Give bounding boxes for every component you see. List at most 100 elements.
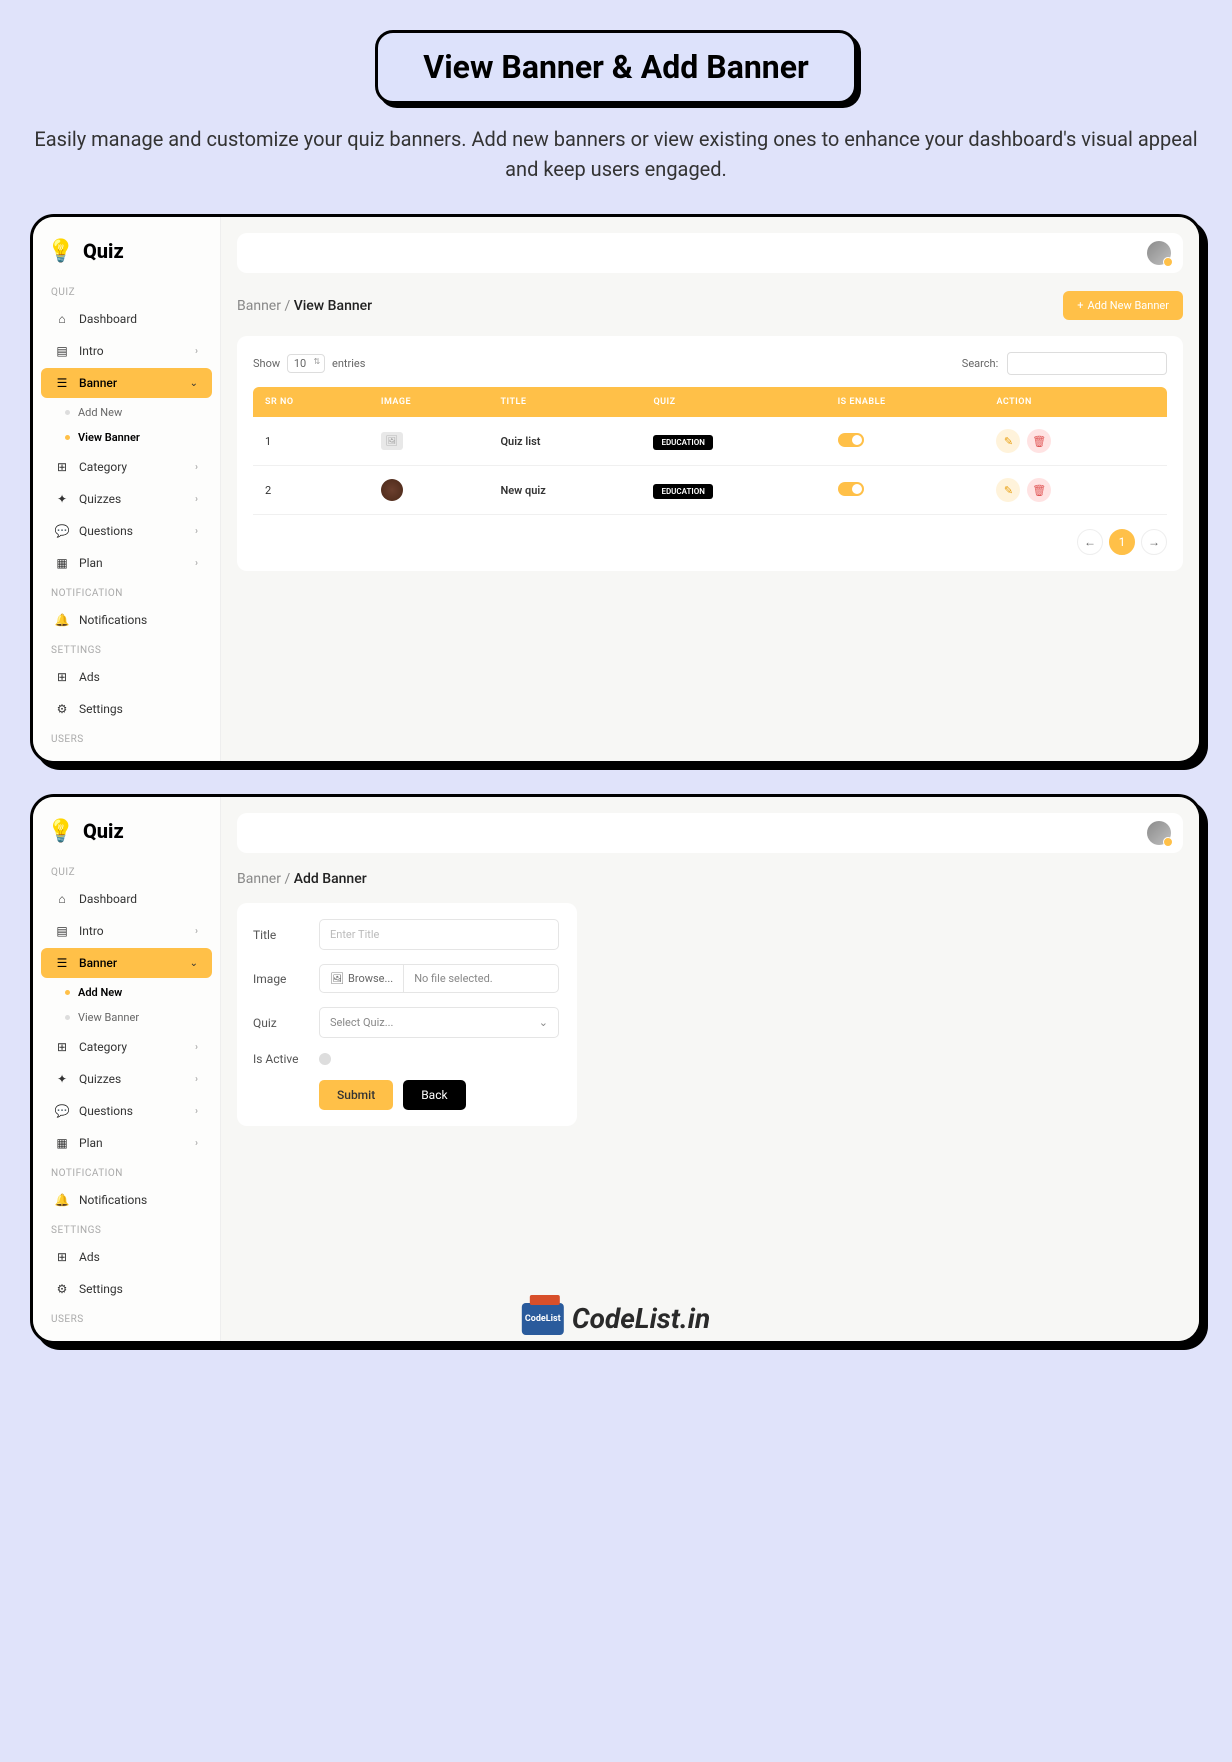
logo-text: Quiz (83, 819, 124, 843)
is-active-label: Is Active (253, 1052, 303, 1066)
page-title: View Banner & Add Banner (423, 48, 808, 86)
col-image[interactable]: IMAGE (369, 387, 489, 417)
col-isenable[interactable]: IS ENABLE (826, 387, 985, 417)
chevron-right-icon: › (195, 346, 198, 357)
nav-banner-add-new[interactable]: Add New (33, 400, 220, 425)
col-srno[interactable]: SR NO (253, 387, 369, 417)
chevron-right-icon: › (195, 926, 198, 937)
is-active-radio[interactable] (319, 1053, 331, 1065)
nav-ads[interactable]: ⊞Ads (41, 1242, 212, 1272)
section-notification: NOTIFICATION (33, 1160, 220, 1183)
avatar[interactable] (1147, 241, 1171, 265)
chevron-down-icon: ⌄ (190, 378, 198, 389)
section-users: USERS (33, 726, 220, 749)
chevron-down-icon: ⌄ (539, 1016, 548, 1029)
content-area: Banner / View Banner +Add New Banner Sho… (221, 217, 1199, 761)
enable-toggle[interactable] (838, 433, 864, 447)
nav-quizzes[interactable]: ✦Quizzes› (41, 1064, 212, 1094)
nav-questions[interactable]: 💬Questions› (41, 516, 212, 546)
chevron-right-icon: › (195, 1138, 198, 1149)
section-notification: NOTIFICATION (33, 580, 220, 603)
nav-ads[interactable]: ⊞Ads (41, 662, 212, 692)
nav-notifications[interactable]: 🔔Notifications (41, 1185, 212, 1215)
quiz-badge: EDUCATION (653, 435, 712, 450)
image-label: Image (253, 972, 303, 986)
banners-table: SR NO IMAGE TITLE QUIZ IS ENABLE ACTION … (253, 387, 1167, 515)
col-quiz[interactable]: QUIZ (641, 387, 825, 417)
nav-settings[interactable]: ⚙Settings (41, 694, 212, 724)
dot-icon (65, 435, 70, 440)
gear-icon: ⚙ (55, 702, 69, 716)
nav-banner-view[interactable]: View Banner (33, 1005, 220, 1030)
col-title[interactable]: TITLE (488, 387, 641, 417)
section-settings: SETTINGS (33, 1217, 220, 1240)
nav-dashboard[interactable]: ⌂Dashboard (41, 884, 212, 914)
search-input[interactable] (1007, 352, 1167, 375)
nav-category[interactable]: ⊞Category› (41, 1032, 212, 1062)
home-icon: ⌂ (55, 892, 69, 906)
section-settings: SETTINGS (33, 637, 220, 660)
banner-icon: ☰ (55, 376, 69, 390)
nav-banner-add-new[interactable]: Add New (33, 980, 220, 1005)
nav-dashboard[interactable]: ⌂Dashboard (41, 304, 212, 334)
nav-plan[interactable]: ▦Plan› (41, 548, 212, 578)
quiz-select[interactable]: Select Quiz... ⌄ (319, 1007, 559, 1038)
avatar[interactable] (1147, 821, 1171, 845)
bulb-icon: 💡 (47, 817, 75, 845)
logo: 💡 Quiz (33, 809, 220, 859)
dot-icon (65, 410, 70, 415)
nav-questions[interactable]: 💬Questions› (41, 1096, 212, 1126)
quizzes-icon: ✦ (55, 1072, 69, 1086)
edit-button[interactable]: ✎ (996, 429, 1020, 453)
col-action[interactable]: ACTION (984, 387, 1167, 417)
table-card: Show 10 entries Search: SR NO IMAGE (237, 336, 1183, 571)
grid-icon: ⊞ (55, 460, 69, 474)
add-new-banner-button[interactable]: +Add New Banner (1063, 291, 1183, 320)
grid-icon: ⊞ (55, 670, 69, 684)
nav-quizzes[interactable]: ✦Quizzes› (41, 484, 212, 514)
quizzes-icon: ✦ (55, 492, 69, 506)
pagination: ← 1 → (253, 529, 1167, 555)
sidebar: 💡 Quiz QUIZ ⌂Dashboard ▤Intro› ☰Banner⌄ … (33, 217, 221, 761)
topbar (237, 813, 1183, 853)
page-size-select[interactable]: 10 (287, 354, 325, 373)
add-banner-panel: 💡 Quiz QUIZ ⌂Dashboard ▤Intro› ☰Banner⌄ … (30, 794, 1202, 1344)
nav-plan[interactable]: ▦Plan› (41, 1128, 212, 1158)
image-thumbnail (381, 479, 403, 501)
view-banner-panel: 💡 Quiz QUIZ ⌂Dashboard ▤Intro› ☰Banner⌄ … (30, 214, 1202, 764)
home-icon: ⌂ (55, 312, 69, 326)
chevron-right-icon: › (195, 494, 198, 505)
bell-icon: 🔔 (55, 613, 69, 627)
nav-notifications[interactable]: 🔔Notifications (41, 605, 212, 635)
chevron-right-icon: › (195, 462, 198, 473)
image-file-input[interactable]: 🖼Browse... No file selected. (319, 964, 559, 993)
table-row: 1 🖼 Quiz list EDUCATION ✎ 🗑 (253, 417, 1167, 466)
section-users: USERS (33, 1306, 220, 1329)
edit-button[interactable]: ✎ (996, 478, 1020, 502)
page-next[interactable]: → (1141, 529, 1167, 555)
nav-banner[interactable]: ☰Banner⌄ (41, 948, 212, 978)
nav-intro[interactable]: ▤Intro› (41, 916, 212, 946)
back-button[interactable]: Back (403, 1080, 465, 1110)
form-card: Title Image 🖼Browse... No file selected.… (237, 903, 577, 1126)
nav-category[interactable]: ⊞Category› (41, 452, 212, 482)
watermark: CodeList CodeList.in (522, 1302, 710, 1335)
page-subtitle: Easily manage and customize your quiz ba… (30, 124, 1202, 184)
enable-toggle[interactable] (838, 482, 864, 496)
nav-banner-view[interactable]: View Banner (33, 425, 220, 450)
page-prev[interactable]: ← (1077, 529, 1103, 555)
chat-icon: 💬 (55, 1104, 69, 1118)
delete-button[interactable]: 🗑 (1027, 478, 1051, 502)
delete-button[interactable]: 🗑 (1027, 429, 1051, 453)
bulb-icon: 💡 (47, 237, 75, 265)
plus-icon: + (1077, 299, 1083, 312)
image-placeholder-icon: 🖼 (381, 432, 403, 450)
nav-settings[interactable]: ⚙Settings (41, 1274, 212, 1304)
codelist-logo-icon: CodeList (522, 1303, 564, 1335)
title-input[interactable] (319, 919, 559, 950)
chevron-right-icon: › (195, 1042, 198, 1053)
submit-button[interactable]: Submit (319, 1080, 393, 1110)
nav-intro[interactable]: ▤Intro› (41, 336, 212, 366)
page-current[interactable]: 1 (1109, 529, 1135, 555)
nav-banner[interactable]: ☰Banner⌄ (41, 368, 212, 398)
